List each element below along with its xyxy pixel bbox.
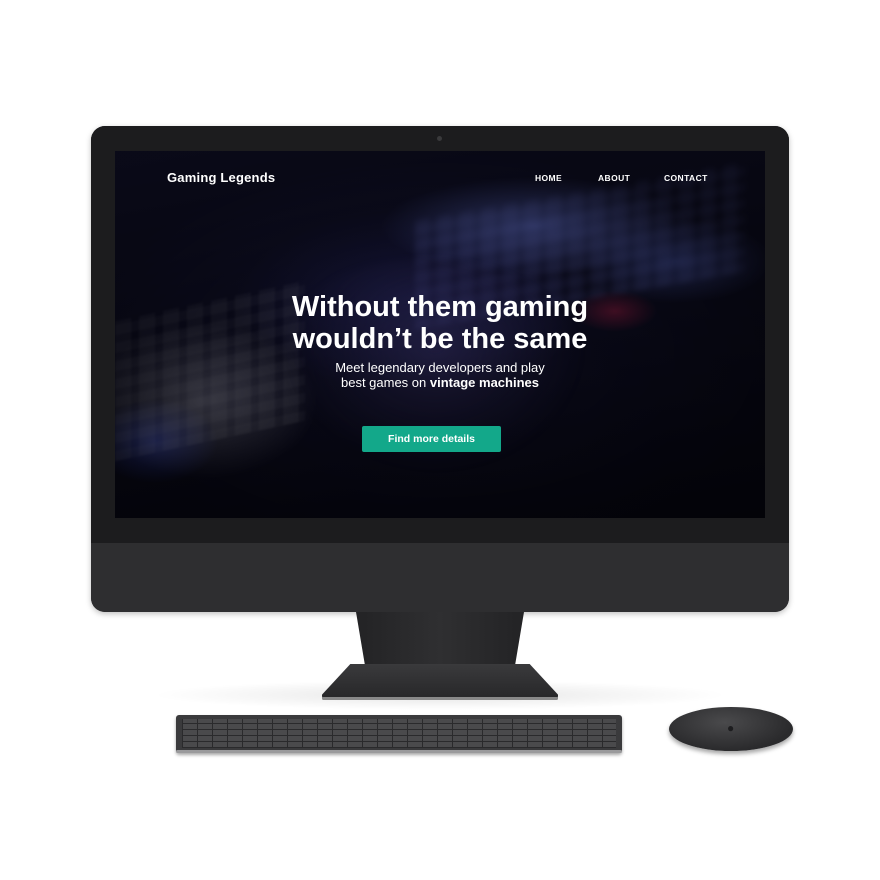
monitor-bezel: Gaming Legends HOME ABOUT CONTACT Withou…: [91, 126, 789, 543]
hero-subtitle-line1: Meet legendary developers and play: [335, 360, 545, 375]
site-logo[interactable]: Gaming Legends: [167, 170, 275, 185]
hero-subtitle-bold: vintage machines: [429, 375, 539, 390]
hero-title-line1: Without them gaming: [291, 291, 589, 323]
hero-title: Without them gaming wouldn’t be the same: [115, 291, 765, 355]
mouse: ●: [669, 707, 793, 751]
monitor-stand-edge: [322, 697, 558, 700]
imac-monitor: Gaming Legends HOME ABOUT CONTACT Withou…: [91, 126, 789, 612]
keyboard-edge: [176, 750, 622, 753]
apple-logo-icon: ●: [727, 721, 735, 735]
nav-contact[interactable]: CONTACT: [664, 173, 708, 183]
hero-title-line2: wouldn’t be the same: [292, 323, 588, 355]
keyboard: [176, 715, 622, 753]
hero-subtitle: Meet legendary developers and play best …: [115, 360, 765, 390]
hero-subtitle-line2: best games on vintage machines: [115, 375, 765, 390]
nav-about[interactable]: ABOUT: [598, 173, 630, 183]
website-screen: Gaming Legends HOME ABOUT CONTACT Withou…: [115, 151, 765, 518]
hero-subtitle-prefix: best games on: [340, 375, 427, 390]
monitor-stand-base: [322, 664, 558, 700]
camera-icon: [437, 136, 442, 141]
find-more-details-button[interactable]: Find more details: [362, 426, 501, 452]
monitor-chin: [91, 543, 789, 612]
nav-home[interactable]: HOME: [535, 173, 562, 183]
keyboard-keys: [182, 719, 616, 748]
monitor-stand-neck: [356, 612, 524, 672]
